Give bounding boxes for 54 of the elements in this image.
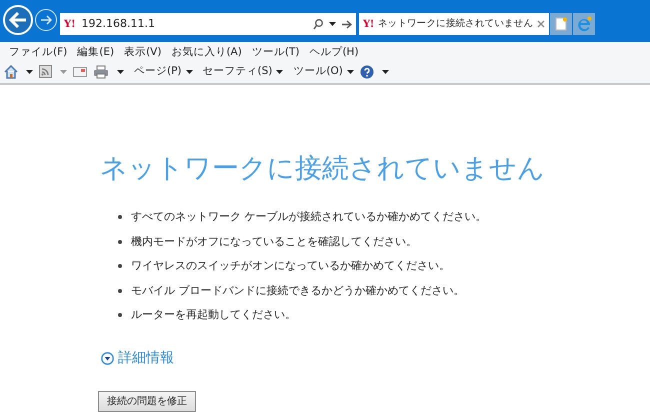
tip-text: 機内モードがオフになっていることを確認してください。 xyxy=(131,234,417,250)
toolbar-home-button[interactable] xyxy=(4,64,33,79)
forward-button[interactable] xyxy=(35,9,57,31)
menu-item[interactable]: 編集(E) xyxy=(72,43,120,63)
search-icon[interactable] xyxy=(313,18,323,30)
caret-icon xyxy=(26,70,33,74)
toolbar-help-button[interactable] xyxy=(360,64,389,79)
command-menu[interactable]: ページ(P) xyxy=(134,64,193,80)
bullet-icon xyxy=(118,313,122,318)
browser-tab[interactable]: Y! ネットワークに接続されていません xyxy=(359,13,549,35)
menu-item[interactable]: お気に入り(A) xyxy=(166,43,247,63)
go-arrow-icon[interactable] xyxy=(342,20,352,28)
caret-icon xyxy=(346,70,354,74)
caret-icon xyxy=(382,70,389,74)
toolbar-mail-button[interactable] xyxy=(73,66,87,77)
tab-title: ネットワークに接続されていません xyxy=(378,16,534,31)
feed-icon xyxy=(39,65,52,78)
command-menu[interactable]: セーフティ(S) xyxy=(202,64,284,80)
browser-logo-icon xyxy=(576,16,592,32)
bullet-icon xyxy=(118,240,122,244)
forward-arrow-icon xyxy=(40,15,52,25)
caret-icon xyxy=(60,70,67,74)
menu-item[interactable]: ヘルプ(H) xyxy=(304,43,364,63)
tip-text: ワイヤレスのスイッチがオンになっているか確かめてください。 xyxy=(131,258,450,274)
site-logo: Y! xyxy=(363,18,374,32)
mail-icon xyxy=(73,66,87,77)
tip-text: すべてのネットワーク ケーブルが接続されているか確かめてください。 xyxy=(131,209,486,225)
url-text: 192.168.11.1 xyxy=(82,16,156,32)
menu-item[interactable]: ファイル(F) xyxy=(4,43,72,63)
address-bar[interactable]: Y! 192.168.11.1 xyxy=(60,13,356,35)
bullet-icon xyxy=(118,264,122,268)
caret-icon xyxy=(276,70,284,74)
back-arrow-icon xyxy=(9,12,27,28)
caret-icon xyxy=(186,70,193,74)
fix-connection-button[interactable]: 接続の問題を修正 xyxy=(98,391,196,412)
close-icon[interactable] xyxy=(537,20,546,28)
tip-text: ルーターを再起動してください。 xyxy=(131,307,296,323)
caret-icon xyxy=(117,70,124,74)
back-button[interactable] xyxy=(3,5,33,35)
bullet-icon xyxy=(118,215,122,220)
tip-text: モバイル ブロードバンドに接続できるかどうか確かめてください。 xyxy=(131,282,464,298)
page-icon xyxy=(555,17,567,31)
error-heading: ネットワークに接続されていません xyxy=(100,152,546,186)
toolbar-print-button[interactable] xyxy=(93,64,124,79)
command-menu[interactable]: ツール(O) xyxy=(293,64,354,80)
expand-icon xyxy=(101,352,114,364)
details-link[interactable]: 詳細情報 xyxy=(101,348,174,368)
site-logo: Y! xyxy=(64,18,76,32)
bullet-icon xyxy=(118,288,122,293)
caret-icon[interactable] xyxy=(329,22,336,26)
menu-item[interactable]: ツール(T) xyxy=(246,43,304,63)
toolbar-feed-button[interactable] xyxy=(39,65,67,78)
home-icon xyxy=(4,64,18,79)
menu-item[interactable]: 表示(V) xyxy=(119,43,166,63)
